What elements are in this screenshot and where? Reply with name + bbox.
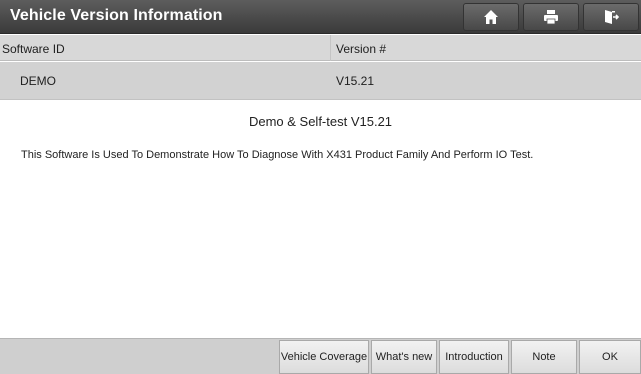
details-heading: Demo & Self-test V15.21 xyxy=(248,114,393,129)
header-version: Version # xyxy=(336,42,387,56)
column-divider xyxy=(330,35,331,61)
print-button[interactable] xyxy=(523,3,579,31)
window-title: Vehicle Version Information xyxy=(10,7,223,24)
title-bar: Vehicle Version Information xyxy=(0,0,641,34)
details-description: This Software Is Used To Demonstrate How… xyxy=(21,149,534,161)
details-panel: Demo & Self-test V15.21 This Software Is… xyxy=(0,103,641,338)
table-row[interactable]: DEMO V15.21 xyxy=(0,62,641,100)
home-button[interactable] xyxy=(463,3,519,31)
home-icon xyxy=(483,9,499,25)
bottom-toolbar: Vehicle Coverage What's new Introduction… xyxy=(0,338,641,374)
exit-button[interactable] xyxy=(583,3,639,31)
header-software-id: Software ID xyxy=(2,42,65,56)
table-header: Software ID Version # xyxy=(0,35,641,61)
whats-new-button[interactable]: What's new xyxy=(371,340,437,374)
ok-button[interactable]: OK xyxy=(579,340,641,374)
software-id-cell: DEMO xyxy=(20,74,56,88)
version-cell: V15.21 xyxy=(336,74,375,88)
exit-icon xyxy=(603,9,619,25)
vehicle-coverage-button[interactable]: Vehicle Coverage xyxy=(279,340,369,374)
print-icon xyxy=(543,9,559,25)
introduction-button[interactable]: Introduction xyxy=(439,340,509,374)
note-button[interactable]: Note xyxy=(511,340,577,374)
